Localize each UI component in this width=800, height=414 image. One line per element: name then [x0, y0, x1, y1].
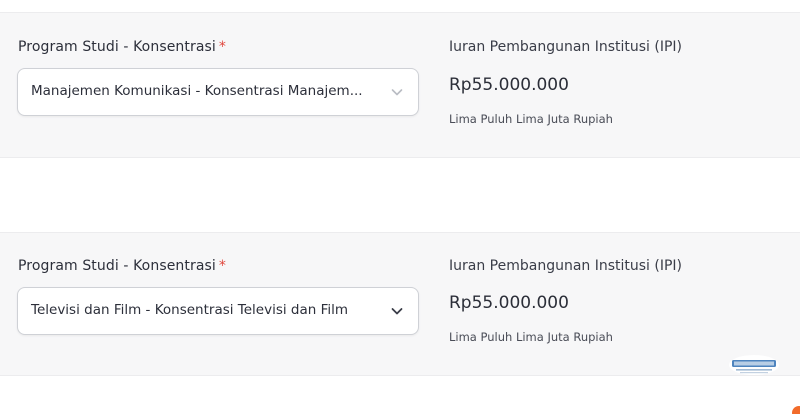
watermark-logo [729, 355, 779, 375]
fee-amount-words: Lima Puluh Lima Juta Rupiah [449, 330, 613, 344]
chevron-down-icon[interactable] [390, 85, 404, 99]
fee-amount: Rp55.000.000 [449, 75, 569, 95]
chevron-down-icon[interactable] [390, 304, 404, 318]
program-select[interactable]: Televisi dan Film - Konsentrasi Televisi… [17, 287, 419, 335]
program-field-label: Program Studi - Konsentrasi * [18, 258, 226, 274]
page: Program Studi - Konsentrasi * Manajemen K… [0, 0, 800, 414]
required-marker: * [218, 258, 227, 274]
program-field-label-text: Program Studi - Konsentrasi [18, 39, 216, 55]
fee-title: Iuran Pembangunan Institusi (IPI) [449, 39, 683, 55]
program-select-value: Televisi dan Film - Konsentrasi Televisi… [31, 302, 349, 318]
program-field-label: Program Studi - Konsentrasi * [18, 39, 226, 55]
required-marker: * [218, 39, 227, 55]
program-card-2: Program Studi - Konsentrasi * Televisi da… [0, 232, 800, 376]
fee-title: Iuran Pembangunan Institusi (IPI) [449, 258, 683, 274]
fee-amount-words: Lima Puluh Lima Juta Rupiah [449, 112, 613, 126]
fee-amount: Rp55.000.000 [449, 293, 569, 313]
program-select-value: Manajemen Komunikasi - Konsentrasi Manaj… [31, 83, 363, 99]
program-card-1: Program Studi - Konsentrasi * Manajemen K… [0, 12, 800, 158]
corner-accent [792, 406, 800, 414]
program-select[interactable]: Manajemen Komunikasi - Konsentrasi Manaj… [17, 68, 419, 116]
program-field-label-text: Program Studi - Konsentrasi [18, 258, 216, 274]
